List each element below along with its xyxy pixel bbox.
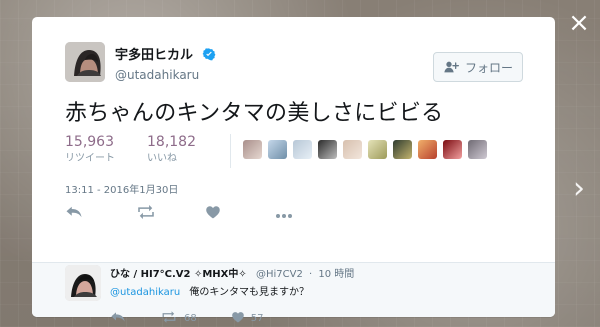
liker-avatars [243,140,487,159]
liker-avatar[interactable] [318,140,337,159]
stats-divider [230,134,231,168]
reply-avatar[interactable] [65,265,101,301]
retweet-icon [160,311,178,326]
reply-like-button[interactable]: 57 [231,311,264,326]
reply-like-count: 57 [250,313,264,324]
reply-icon [110,311,126,326]
retweet-count: 15,963 [65,134,114,150]
person-plus-icon [443,60,459,74]
like-button[interactable] [205,201,241,225]
verified-badge-icon [202,46,216,65]
display-name[interactable]: 宇多田ヒカル [115,48,193,64]
close-icon[interactable]: × [568,10,590,36]
liker-avatar[interactable] [368,140,387,159]
more-button[interactable] [275,201,311,225]
like-count: 18,182 [147,134,196,150]
reply-button[interactable] [65,201,101,225]
retweet-icon [135,204,157,223]
reply-retweet-button[interactable]: 68 [160,311,197,326]
tweet-actions [65,201,523,225]
reply-mention[interactable]: @utadahikaru [110,287,180,298]
retweet-button[interactable] [135,201,171,225]
reply-separator: · [309,269,313,280]
liker-avatar[interactable] [418,140,437,159]
tweet-timestamp[interactable]: 13:11 - 2016年1月30日 [65,181,178,196]
handle[interactable]: @utadahikaru [115,67,216,83]
heart-icon [231,311,245,326]
reply-tweet: ひな / HI7°C.V2 ✧MHX中✧ @Hi7CV2 · 10 時間 @ut… [65,265,523,325]
reply-header: ひな / HI7°C.V2 ✧MHX中✧ @Hi7CV2 · 10 時間 [110,265,354,280]
liker-avatar[interactable] [443,140,462,159]
heart-icon [205,204,221,223]
liker-avatar[interactable] [268,140,287,159]
like-stat[interactable]: 18,182 いいね [147,134,196,166]
reply-reply-button[interactable] [110,311,126,326]
tweet-stats: 15,963 リツイート 18,182 いいね [65,134,523,170]
reply-display-name[interactable]: ひな / HI7°C.V2 ✧MHX中✧ [110,269,247,280]
liker-avatar[interactable] [343,140,362,159]
reply-body: 俺のキンタマも見ますか？ [189,287,310,298]
name-block: 宇多田ヒカル @utadahikaru [115,44,216,83]
reply-time[interactable]: 10 時間 [318,269,354,280]
reply-retweet-count: 68 [184,313,197,324]
tweet-header: 宇多田ヒカル @utadahikaru フォロー [65,42,523,92]
divider [32,262,555,263]
avatar[interactable] [65,42,105,82]
follow-button[interactable]: フォロー [433,52,523,82]
retweet-label: リツイート [65,153,115,164]
reply-actions: 68 57 [110,311,263,326]
liker-avatar[interactable] [243,140,262,159]
reply-handle[interactable]: @Hi7CV2 [256,269,303,280]
follow-label: フォロー [464,60,513,75]
chevron-right-icon[interactable]: › [570,172,588,206]
tweet-text: 赤ちゃんのキンタマの美しさにビビる [65,101,444,126]
liker-avatar[interactable] [293,140,312,159]
liker-avatar[interactable] [468,140,487,159]
more-icon [275,204,293,223]
reply-text: @utadahikaru 俺のキンタマも見ますか？ [110,283,309,298]
like-label: いいね [147,153,177,164]
retweet-stat[interactable]: 15,963 リツイート [65,134,115,166]
liker-avatar[interactable] [393,140,412,159]
reply-icon [65,204,83,223]
